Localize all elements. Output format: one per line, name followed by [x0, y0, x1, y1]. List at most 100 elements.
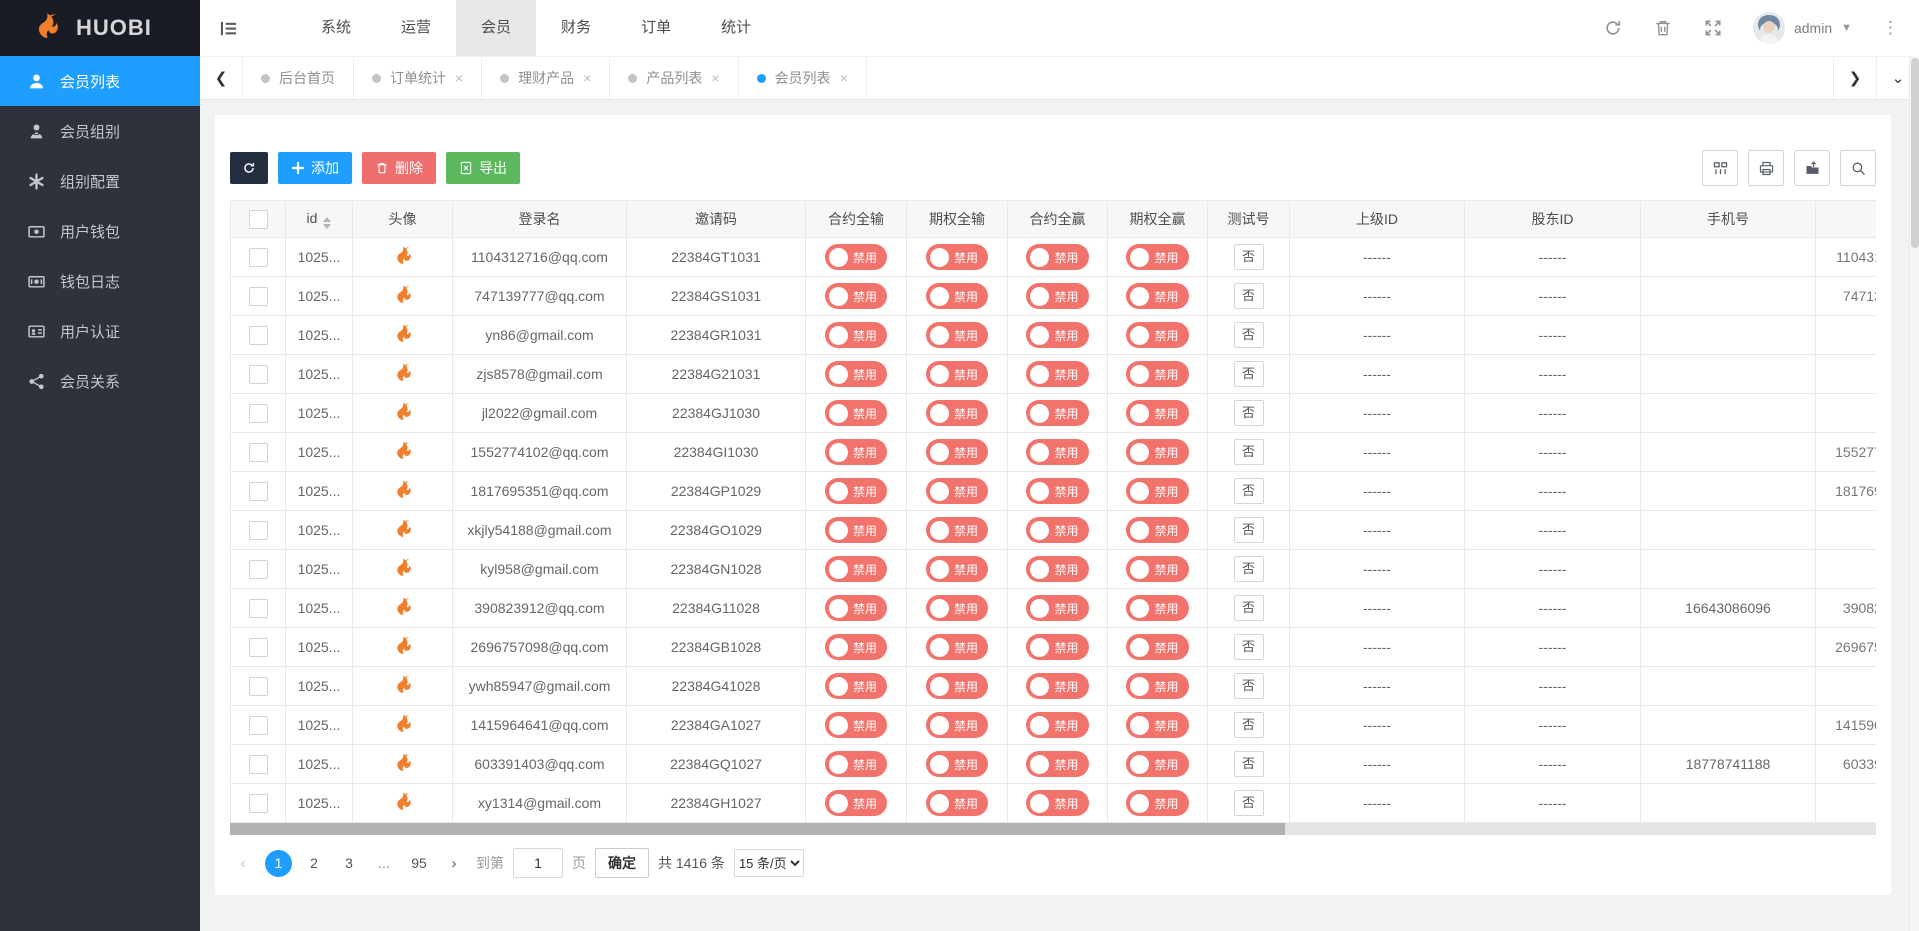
contract-win-toggle[interactable]: 禁用 — [1026, 244, 1088, 270]
contract-lose-toggle[interactable]: 禁用 — [825, 634, 887, 660]
nav-item-member[interactable]: 会员 — [456, 0, 536, 56]
contract-win-toggle[interactable]: 禁用 — [1026, 400, 1088, 426]
test-account-button[interactable]: 否 — [1234, 439, 1264, 465]
search-icon[interactable] — [1840, 150, 1876, 186]
tabs-scroll-right-icon[interactable]: ❯ — [1833, 57, 1876, 99]
option-win-toggle[interactable]: 禁用 — [1126, 556, 1188, 582]
contract-win-toggle[interactable]: 禁用 — [1026, 751, 1088, 777]
option-lose-toggle[interactable]: 禁用 — [926, 478, 988, 504]
contract-lose-toggle[interactable]: 禁用 — [825, 790, 887, 816]
option-win-toggle[interactable]: 禁用 — [1126, 790, 1188, 816]
option-win-toggle[interactable]: 禁用 — [1126, 595, 1188, 621]
contract-win-toggle[interactable]: 禁用 — [1026, 595, 1088, 621]
row-checkbox[interactable] — [249, 560, 268, 579]
contract-win-toggle[interactable]: 禁用 — [1026, 439, 1088, 465]
row-checkbox[interactable] — [249, 755, 268, 774]
contract-win-toggle[interactable]: 禁用 — [1026, 478, 1088, 504]
refresh-icon[interactable] — [1603, 18, 1623, 38]
option-lose-toggle[interactable]: 禁用 — [926, 322, 988, 348]
horizontal-scrollbar-thumb[interactable] — [230, 823, 1285, 835]
contract-win-toggle[interactable]: 禁用 — [1026, 283, 1088, 309]
contract-lose-toggle[interactable]: 禁用 — [825, 400, 887, 426]
contract-win-toggle[interactable]: 禁用 — [1026, 634, 1088, 660]
delete-button[interactable]: 删除 — [362, 152, 436, 184]
sidebar-item-user-wallet[interactable]: 用户钱包 — [0, 206, 200, 256]
option-win-toggle[interactable]: 禁用 — [1126, 400, 1188, 426]
row-checkbox[interactable] — [249, 794, 268, 813]
test-account-button[interactable]: 否 — [1234, 244, 1264, 270]
prev-page-icon[interactable]: ‹ — [230, 850, 256, 876]
test-account-button[interactable]: 否 — [1234, 751, 1264, 777]
sidebar-item-member-relation[interactable]: 会员关系 — [0, 356, 200, 406]
contract-lose-toggle[interactable]: 禁用 — [825, 556, 887, 582]
contract-win-toggle[interactable]: 禁用 — [1026, 517, 1088, 543]
columns-filter-icon[interactable] — [1702, 150, 1738, 186]
contract-lose-toggle[interactable]: 禁用 — [825, 322, 887, 348]
confirm-jump-button[interactable]: 确定 — [595, 848, 649, 878]
contract-win-toggle[interactable]: 禁用 — [1026, 712, 1088, 738]
option-win-toggle[interactable]: 禁用 — [1126, 244, 1188, 270]
contract-lose-toggle[interactable]: 禁用 — [825, 244, 887, 270]
contract-win-toggle[interactable]: 禁用 — [1026, 673, 1088, 699]
tab-finance-products[interactable]: 理财产品 × — [482, 57, 610, 99]
test-account-button[interactable]: 否 — [1234, 595, 1264, 621]
option-win-toggle[interactable]: 禁用 — [1126, 517, 1188, 543]
vertical-scrollbar-thumb[interactable] — [1911, 58, 1919, 248]
sidebar-toggle-icon[interactable] — [200, 0, 256, 56]
test-account-button[interactable]: 否 — [1234, 634, 1264, 660]
row-checkbox[interactable] — [249, 716, 268, 735]
option-win-toggle[interactable]: 禁用 — [1126, 634, 1188, 660]
option-lose-toggle[interactable]: 禁用 — [926, 361, 988, 387]
sidebar-item-member-group[interactable]: 会员组别 — [0, 106, 200, 156]
contract-win-toggle[interactable]: 禁用 — [1026, 361, 1088, 387]
option-lose-toggle[interactable]: 禁用 — [926, 751, 988, 777]
contract-win-toggle[interactable]: 禁用 — [1026, 790, 1088, 816]
option-lose-toggle[interactable]: 禁用 — [926, 634, 988, 660]
print-icon[interactable] — [1748, 150, 1784, 186]
row-checkbox[interactable] — [249, 443, 268, 462]
sidebar-item-user-auth[interactable]: 用户认证 — [0, 306, 200, 356]
refresh-table-button[interactable] — [230, 152, 268, 184]
fullscreen-icon[interactable] — [1703, 18, 1723, 38]
vertical-scrollbar[interactable] — [1909, 56, 1919, 931]
add-button[interactable]: 添加 — [278, 152, 352, 184]
contract-lose-toggle[interactable]: 禁用 — [825, 751, 887, 777]
contract-lose-toggle[interactable]: 禁用 — [825, 673, 887, 699]
test-account-button[interactable]: 否 — [1234, 517, 1264, 543]
nav-item-system[interactable]: 系统 — [296, 0, 376, 56]
contract-lose-toggle[interactable]: 禁用 — [825, 595, 887, 621]
tab-close-icon[interactable]: × — [840, 70, 848, 86]
tab-close-icon[interactable]: × — [455, 70, 463, 86]
page-1-current[interactable]: 1 — [265, 850, 292, 877]
test-account-button[interactable]: 否 — [1234, 790, 1264, 816]
option-lose-toggle[interactable]: 禁用 — [926, 244, 988, 270]
tab-close-icon[interactable]: × — [583, 70, 591, 86]
tabs-scroll-left-icon[interactable]: ❮ — [200, 57, 243, 99]
jump-page-input[interactable] — [513, 848, 563, 878]
nav-item-order[interactable]: 订单 — [616, 0, 696, 56]
page-95[interactable]: 95 — [406, 850, 432, 876]
contract-lose-toggle[interactable]: 禁用 — [825, 478, 887, 504]
test-account-button[interactable]: 否 — [1234, 400, 1264, 426]
option-win-toggle[interactable]: 禁用 — [1126, 322, 1188, 348]
row-checkbox[interactable] — [249, 287, 268, 306]
test-account-button[interactable]: 否 — [1234, 556, 1264, 582]
nav-item-finance[interactable]: 财务 — [536, 0, 616, 56]
row-checkbox[interactable] — [249, 365, 268, 384]
select-all-checkbox[interactable] — [249, 210, 268, 229]
user-menu[interactable]: admin ▼ — [1753, 12, 1852, 44]
option-lose-toggle[interactable]: 禁用 — [926, 673, 988, 699]
page-3[interactable]: 3 — [336, 850, 362, 876]
test-account-button[interactable]: 否 — [1234, 712, 1264, 738]
option-win-toggle[interactable]: 禁用 — [1126, 283, 1188, 309]
option-win-toggle[interactable]: 禁用 — [1126, 478, 1188, 504]
option-win-toggle[interactable]: 禁用 — [1126, 361, 1188, 387]
option-win-toggle[interactable]: 禁用 — [1126, 439, 1188, 465]
sort-icon[interactable] — [323, 217, 331, 229]
test-account-button[interactable]: 否 — [1234, 478, 1264, 504]
contract-lose-toggle[interactable]: 禁用 — [825, 712, 887, 738]
tab-product-list[interactable]: 产品列表 × — [610, 57, 738, 99]
option-lose-toggle[interactable]: 禁用 — [926, 595, 988, 621]
tab-member-list[interactable]: 会员列表 × — [739, 57, 867, 99]
contract-lose-toggle[interactable]: 禁用 — [825, 361, 887, 387]
